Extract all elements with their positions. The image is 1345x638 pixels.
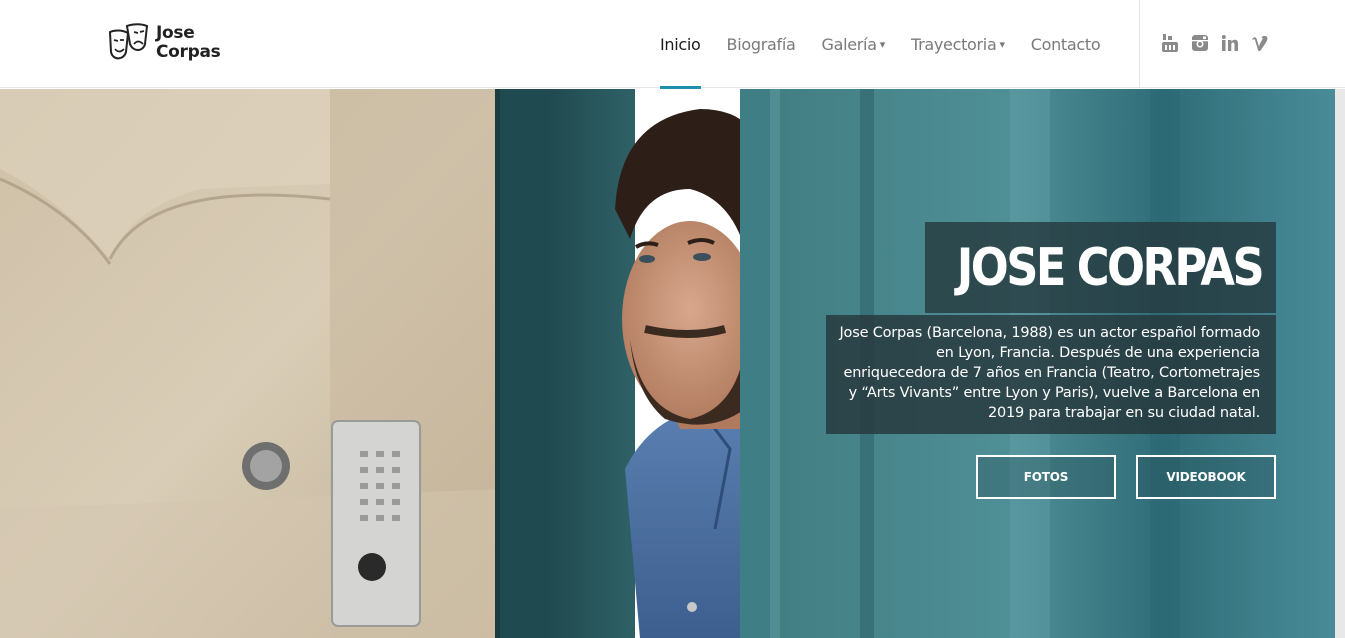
hero-title: JOSE CORPAS xyxy=(956,237,1265,298)
youtube-icon[interactable] xyxy=(1160,33,1180,53)
site-logo[interactable]: Jose Corpas xyxy=(107,22,221,64)
hero-title-box: JOSE CORPAS xyxy=(925,222,1276,313)
nav-biografia[interactable]: Biografía xyxy=(727,0,796,88)
vimeo-icon[interactable] xyxy=(1250,33,1270,53)
linkedin-icon[interactable] xyxy=(1220,33,1240,53)
nav-divider xyxy=(1139,0,1140,88)
social-links xyxy=(1160,33,1280,53)
nav-label: Trayectoria xyxy=(910,34,997,54)
instagram-icon[interactable] xyxy=(1190,33,1210,53)
nav-contacto[interactable]: Contacto xyxy=(1031,0,1101,88)
nav-inicio[interactable]: Inicio xyxy=(660,0,701,89)
hero-description-box: Jose Corpas (Barcelona, 1988) es un acto… xyxy=(826,315,1276,434)
nav-galeria[interactable]: Galería ▾ xyxy=(821,0,886,88)
hero-section: JOSE CORPAS Jose Corpas (Barcelona, 1988… xyxy=(0,89,1345,638)
nav-label: Inicio xyxy=(660,34,701,54)
logo-line-1: Jose xyxy=(156,23,195,43)
nav-trayectoria[interactable]: Trayectoria ▾ xyxy=(911,0,1005,88)
hero-description: Jose Corpas (Barcelona, 1988) es un acto… xyxy=(839,325,1260,421)
nav-label: Galería xyxy=(821,34,877,54)
videobook-button[interactable]: VIDEOBOOK xyxy=(1136,455,1276,499)
site-header: Jose Corpas Inicio Biografía Galería ▾ Tr… xyxy=(0,0,1345,89)
theater-masks-icon xyxy=(108,23,149,60)
nav-label: Contacto xyxy=(1030,34,1101,54)
logo-line-2: Corpas xyxy=(156,42,221,62)
fotos-button[interactable]: FOTOS xyxy=(976,455,1116,499)
nav-label: Biografía xyxy=(726,34,796,54)
chevron-down-icon: ▾ xyxy=(879,37,886,51)
main-nav: Inicio Biografía Galería ▾ Trayectoria ▾ C… xyxy=(660,0,1126,89)
logo-text: Jose Corpas xyxy=(156,24,221,62)
chevron-down-icon: ▾ xyxy=(999,37,1005,51)
